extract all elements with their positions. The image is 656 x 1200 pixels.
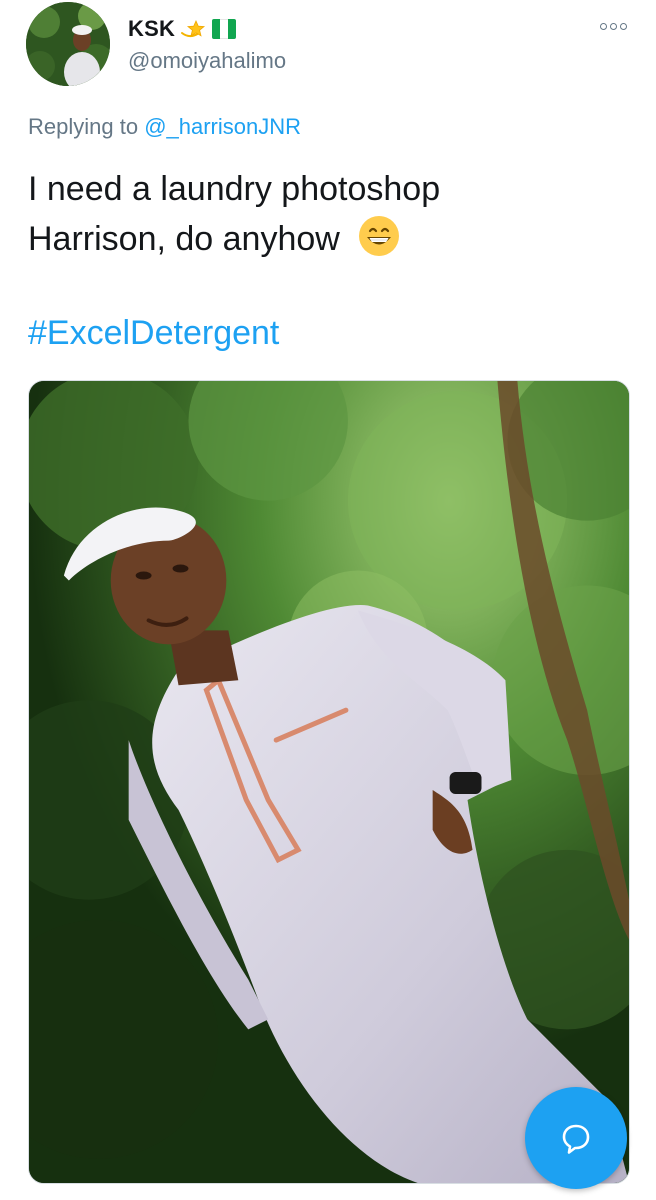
tweet-header: KSK @omoiyahalimo [26, 2, 630, 90]
author-name-row: KSK [128, 12, 237, 46]
dizzy-star-icon [179, 15, 207, 43]
grinning-face-icon [357, 214, 401, 258]
more-options-icon[interactable] [596, 16, 630, 36]
nigeria-flag-icon [212, 19, 237, 39]
tweet-photo[interactable] [28, 380, 630, 1184]
tweet-text-line-1: I need a laundry photoshop [28, 170, 441, 208]
tweet-text-line-2-text: Harrison, do anyhow [28, 220, 340, 258]
replying-to-user-link[interactable]: @_harrisonJNR [144, 114, 301, 139]
tweet-text: I need a laundry photoshop Harrison, do … [28, 164, 628, 264]
avatar-image [26, 2, 110, 86]
compose-reply-icon [562, 1124, 590, 1154]
author-handle[interactable]: @omoiyahalimo [128, 48, 286, 74]
compose-reply-button[interactable] [525, 1087, 627, 1189]
tweet-text-line-2: Harrison, do anyhow [28, 214, 628, 264]
author-display-name[interactable]: KSK [128, 16, 175, 42]
replying-to-context: Replying to @_harrisonJNR [28, 114, 301, 140]
hashtag-link[interactable]: #ExcelDetergent [28, 314, 279, 353]
replying-to-prefix: Replying to [28, 114, 145, 139]
profile-avatar[interactable] [26, 2, 110, 86]
photo-image [29, 381, 629, 1183]
